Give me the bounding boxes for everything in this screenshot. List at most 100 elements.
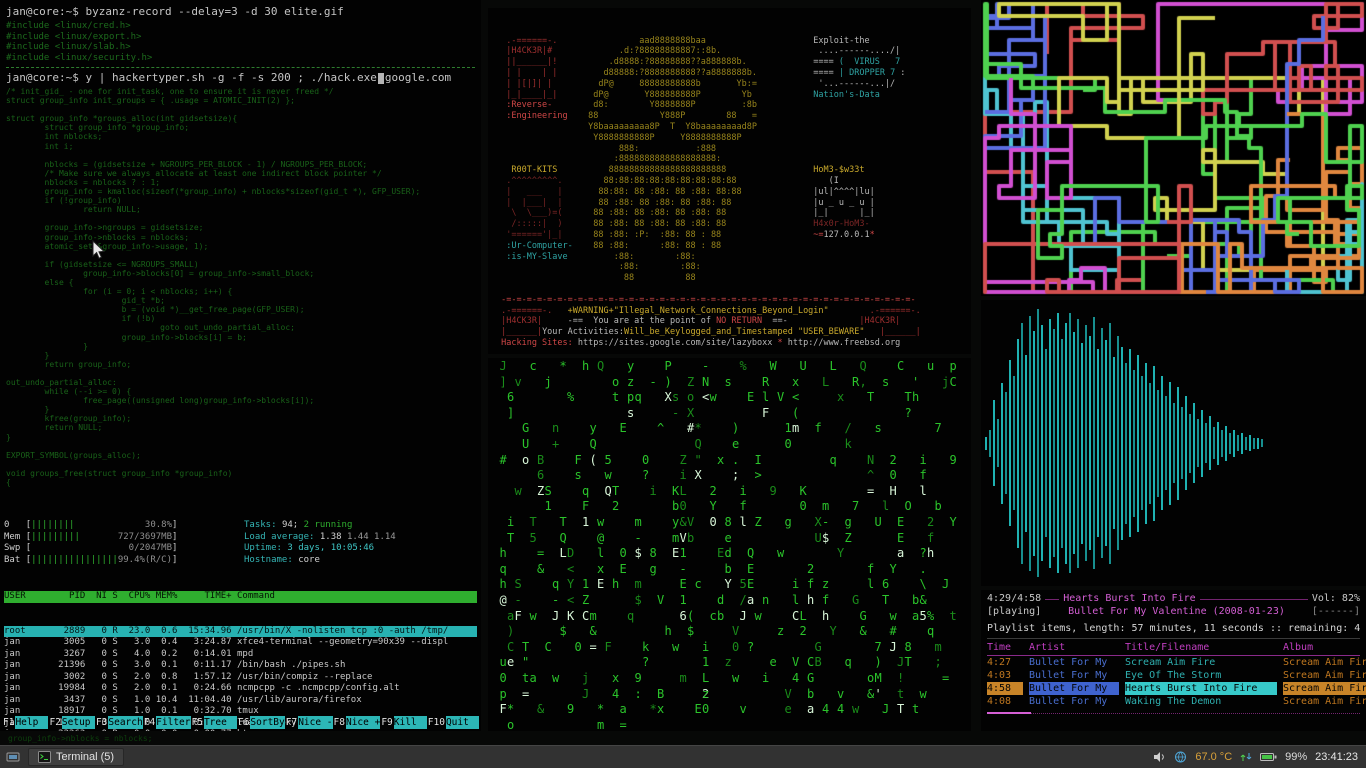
fkey-action-f2[interactable]: Setup bbox=[62, 716, 95, 729]
volume-icon[interactable] bbox=[1153, 751, 1166, 763]
fkey-action-f9[interactable]: Kill bbox=[394, 716, 427, 729]
fkey-f2[interactable]: F2 bbox=[48, 716, 61, 729]
playlist-row[interactable]: 4:58Bullet For MyHearts Burst Into FireS… bbox=[987, 682, 1360, 695]
fkey-f8[interactable]: F8 bbox=[333, 716, 346, 729]
visualizer-bar bbox=[1161, 376, 1163, 510]
fkey-f7[interactable]: F7 bbox=[285, 716, 298, 729]
visualizer-bar bbox=[1053, 329, 1055, 557]
htop-window[interactable]: 0 [|||||||| 30.8%]Mem [||||||||| 727/369… bbox=[0, 494, 481, 731]
process-row[interactable]: jan 22263 0 R 0.0 0.0 0:00.77 htop bbox=[4, 729, 481, 731]
load-average-stat: Load average: 1.38 1.44 1.14 bbox=[244, 532, 396, 544]
process-row[interactable]: jan 3437 0 S 1.0 10.4 11:04.40 /usr/lib/… bbox=[4, 695, 481, 707]
visualizer-bar bbox=[1237, 435, 1239, 451]
visualizer-bar bbox=[985, 437, 987, 450]
process-row[interactable]: root 2889 0 R 23.0 0.6 15:34.96 /usr/bin… bbox=[4, 626, 477, 638]
visualizer-bar bbox=[997, 419, 999, 467]
process-row[interactable]: jan 21396 0 S 3.0 0.1 0:11.17 /bin/bash … bbox=[4, 660, 481, 672]
taskbar-window-button[interactable]: Terminal (5) bbox=[28, 748, 124, 766]
visualizer-bar bbox=[1193, 403, 1195, 483]
ascii-art: .-======-. aad8888888baa Exploit-the |H4… bbox=[496, 36, 971, 349]
network-icon[interactable] bbox=[1174, 751, 1187, 763]
fkey-f6[interactable]: F6 bbox=[237, 716, 250, 729]
htop-header-row[interactable]: USER PID NI S CPU% MEM% TIME+ Command bbox=[4, 591, 477, 603]
ascii-art-terminal-window[interactable]: .-======-. aad8888888baa Exploit-the |H4… bbox=[488, 8, 971, 354]
visualizer-bar bbox=[1149, 383, 1151, 504]
pipes-window[interactable] bbox=[981, 0, 1366, 296]
command-text-suffix: google.com bbox=[385, 71, 451, 84]
netload-icon[interactable] bbox=[1240, 751, 1252, 763]
visualizer-bar bbox=[1009, 360, 1011, 526]
cmatrix-window[interactable]: J]c*hQyzpsP)X-N<%WULQ,CupCvjot-ZoX#sRlFx… bbox=[488, 358, 971, 731]
visualizer-bar bbox=[1165, 396, 1167, 490]
clock: 23:41:23 bbox=[1315, 751, 1358, 763]
process-row[interactable]: jan 19984 0 S 2.0 0.1 0:24.66 ncmpcpp -c… bbox=[4, 683, 481, 695]
mouse-cursor bbox=[92, 240, 106, 260]
fkey-action-f4[interactable]: Filter bbox=[156, 716, 190, 729]
fkey-action-f1[interactable]: Help bbox=[15, 716, 48, 729]
visualizer-bar bbox=[1005, 392, 1007, 494]
process-row[interactable]: jan 3267 0 S 4.0 0.2 0:14.01 mpd bbox=[4, 649, 481, 661]
process-row[interactable]: jan 3002 0 S 2.0 0.8 1:57.12 /usr/bin/co… bbox=[4, 672, 481, 684]
tasks-stat: Tasks: 94; 2 running bbox=[244, 520, 396, 532]
fkey-f10[interactable]: F10 bbox=[427, 716, 446, 729]
fkey-f4[interactable]: F4 bbox=[143, 716, 156, 729]
visualizer-bar bbox=[1065, 323, 1067, 564]
visualizer-bar bbox=[1097, 349, 1099, 537]
htop-stats: Tasks: 94; 2 runningLoad average: 1.38 1… bbox=[244, 520, 396, 566]
visualizer-bar bbox=[1069, 313, 1071, 573]
fkey-action-f6[interactable]: SortBy bbox=[250, 716, 284, 729]
visualizer-bar bbox=[1153, 366, 1155, 521]
window-button-label: Terminal (5) bbox=[56, 751, 114, 763]
visualizer-bar bbox=[1089, 336, 1091, 550]
visualizer-bar bbox=[1205, 423, 1207, 463]
visualizer-bar bbox=[1185, 396, 1187, 490]
visualizer-bar bbox=[1121, 347, 1123, 540]
visualizer-bar bbox=[1253, 438, 1255, 449]
fkey-action-f8[interactable]: Nice + bbox=[346, 716, 380, 729]
battery-icon[interactable] bbox=[1260, 752, 1277, 762]
fkey-action-f10[interactable]: Quit bbox=[446, 716, 479, 729]
battery-meter: Bat [||||||||||||||||99.4%(R/C)] bbox=[4, 555, 244, 567]
visualizer-bar bbox=[1233, 430, 1235, 457]
fkey-f3[interactable]: F3 bbox=[95, 716, 108, 729]
visualizer-bar bbox=[1129, 349, 1131, 537]
visualizer-bar bbox=[1157, 390, 1159, 497]
visualizer-bar bbox=[1033, 331, 1035, 556]
playlist-row[interactable]: 4:03Bullet For MyEye Of The StormScream … bbox=[987, 669, 1360, 682]
visualizer-bar bbox=[1225, 426, 1227, 461]
htop-meters: 0 [|||||||| 30.8%]Mem [||||||||| 727/369… bbox=[4, 520, 244, 566]
visualizer-bar bbox=[1137, 355, 1139, 532]
playlist-rows: 4:27Bullet For MyScream Aim FireScream A… bbox=[987, 656, 1360, 708]
panel-applications-icon[interactable] bbox=[6, 750, 20, 764]
fkey-action-f7[interactable]: Nice - bbox=[298, 716, 332, 729]
visualizer-bar bbox=[1001, 383, 1003, 504]
fkey-action-f5[interactable]: Tree bbox=[204, 716, 237, 729]
process-row[interactable]: jan 3005 0 S 3.0 0.4 3:24.87 xfce4-termi… bbox=[4, 637, 481, 649]
fkey-action-f3[interactable]: Search bbox=[108, 716, 142, 729]
player-progress-bar[interactable] bbox=[987, 712, 1360, 714]
visualizer-bar bbox=[1145, 363, 1147, 524]
battery-percent: 99% bbox=[1285, 751, 1307, 763]
visualizer-bar bbox=[989, 430, 991, 457]
visualizer-bar bbox=[1037, 309, 1039, 577]
playlist-row[interactable]: 4:27Bullet For MyScream Aim FireScream A… bbox=[987, 656, 1360, 669]
audio-visualizer[interactable] bbox=[981, 300, 1366, 586]
visualizer-bar bbox=[1217, 422, 1219, 465]
hackertyper-terminal-window[interactable]: jan@core:~$ byzanz-record --delay=3 -d 3… bbox=[0, 0, 481, 494]
fkey-f1[interactable]: F1 bbox=[2, 716, 15, 729]
fkey-f9[interactable]: F9 bbox=[380, 716, 393, 729]
visualizer-bar bbox=[1257, 438, 1259, 449]
visualizer-bar bbox=[1017, 339, 1019, 548]
visualizer-bar bbox=[1045, 349, 1047, 537]
visualizer-bar bbox=[1261, 439, 1263, 447]
now-playing-line: 4:29/4:58 Hearts Burst Into Fire Vol: 82… bbox=[987, 593, 1360, 605]
visualizer-bar bbox=[1093, 317, 1095, 569]
visualizer-bar bbox=[1133, 370, 1135, 517]
playlist-row[interactable]: 4:08Bullet For MyWaking The DemonScream … bbox=[987, 695, 1360, 708]
hostname-stat: Hostname: core bbox=[244, 555, 396, 567]
visualizer-bar bbox=[1057, 313, 1059, 573]
ncmpcpp-window[interactable]: 4:29/4:58 Hearts Burst Into Fire Vol: 82… bbox=[981, 590, 1366, 731]
visualizer-bar bbox=[1081, 343, 1083, 544]
fkey-f5[interactable]: F5 bbox=[191, 716, 204, 729]
shell-prompt-byzanz: jan@core:~$ byzanz-record --delay=3 -d 3… bbox=[6, 5, 481, 18]
